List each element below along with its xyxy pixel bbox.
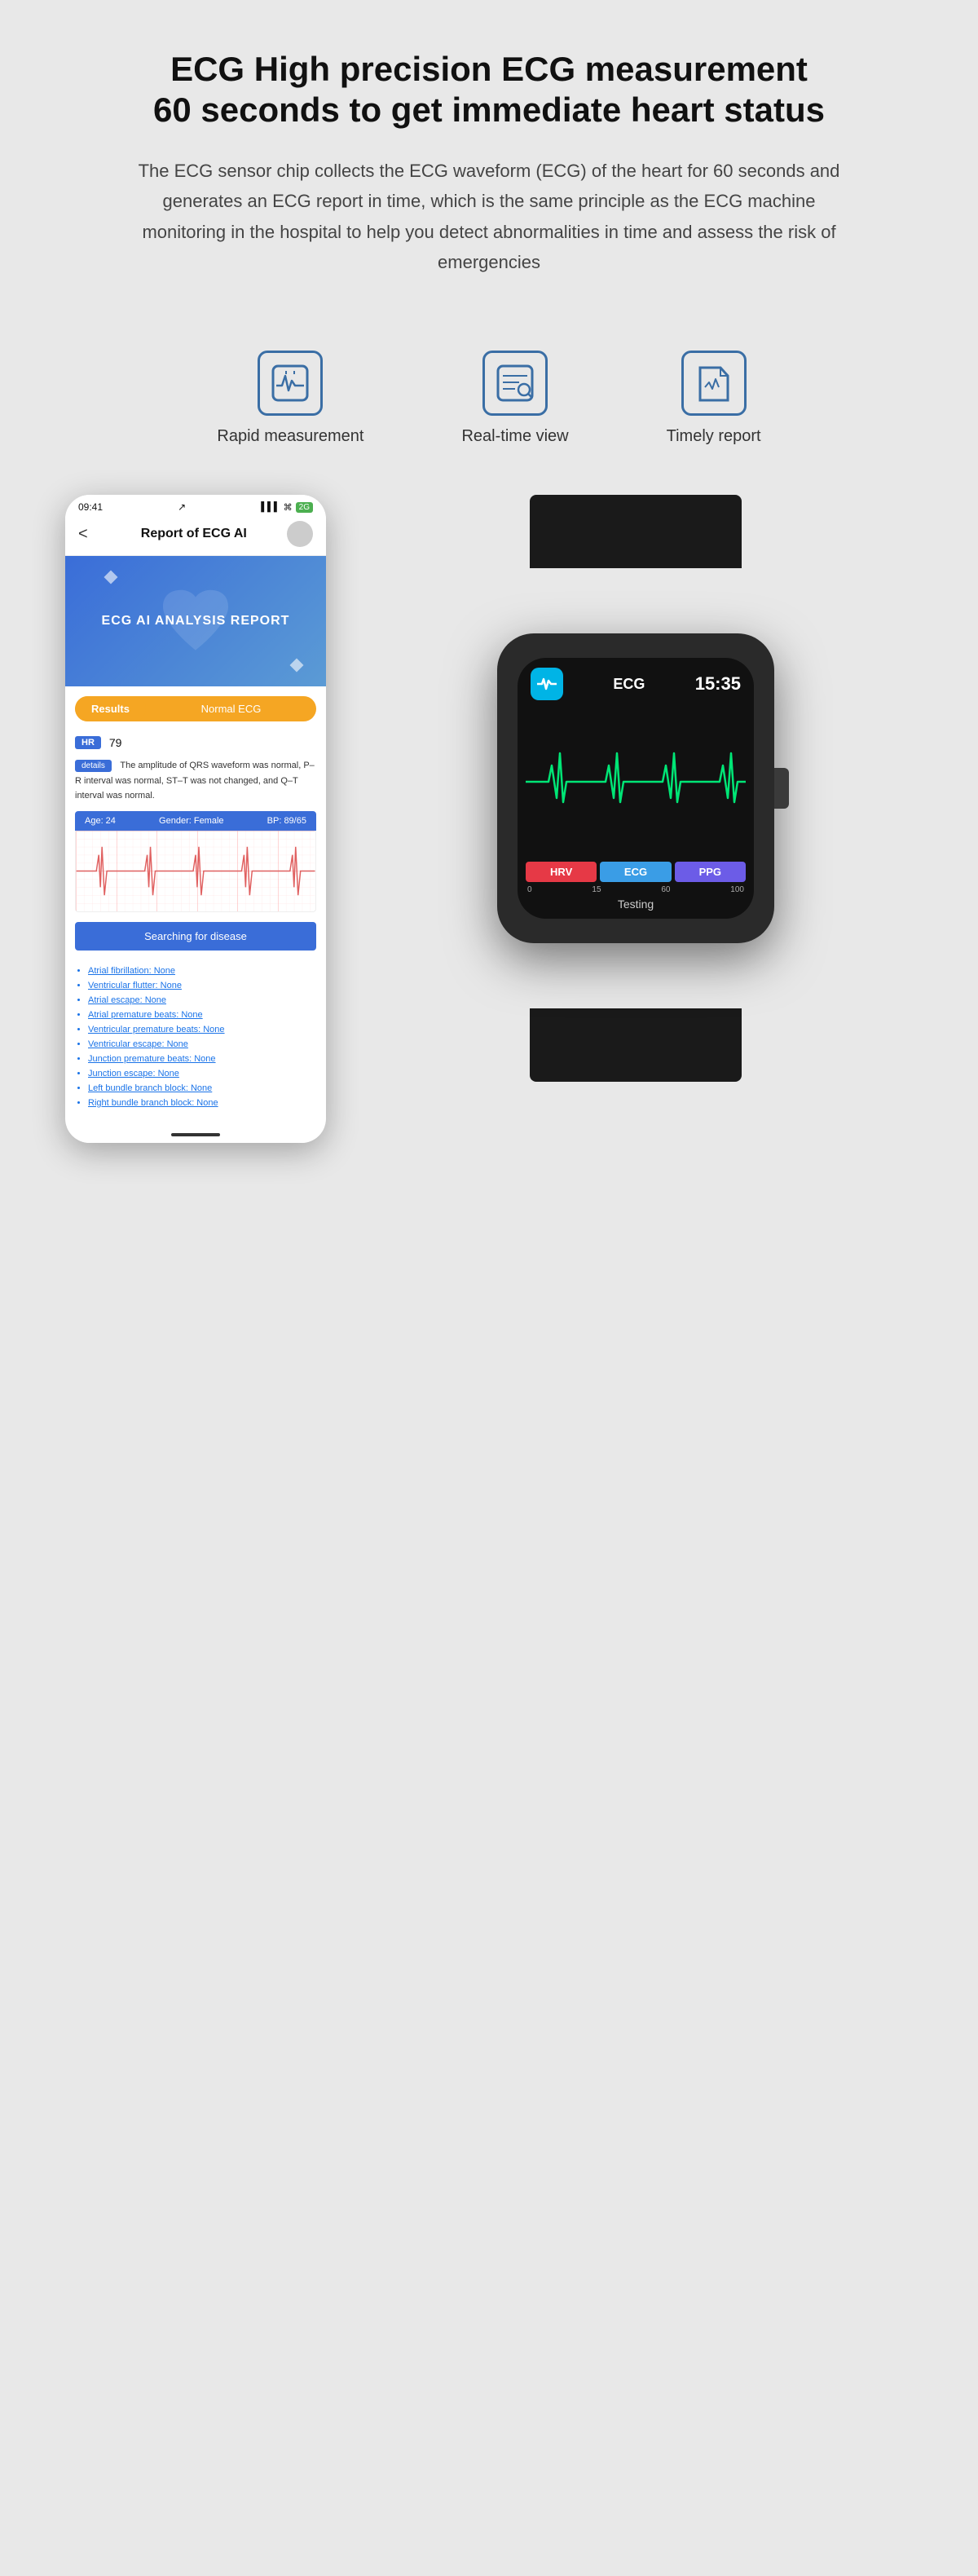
watch-screen: ECG 15:35 HRV <box>518 658 754 919</box>
phone-bottom-bar <box>65 1127 326 1143</box>
scale-15: 15 <box>592 885 601 894</box>
details-section: details The amplitude of QRS waveform wa… <box>65 754 326 811</box>
watch-body: ECG 15:35 HRV <box>497 633 774 943</box>
disease-item-1[interactable]: Ventricular flutter: None <box>88 978 316 993</box>
realtime-view-icon <box>495 363 535 404</box>
realtime-icon-box <box>482 351 548 416</box>
ecg-chart-svg <box>76 831 315 911</box>
header-section: ECG High precision ECG measurement 60 se… <box>122 49 856 277</box>
diamond-decoration-right <box>290 659 304 673</box>
watch-wrapper: ECG 15:35 HRV <box>497 560 774 1017</box>
watch-bar-hrv: HRV <box>526 862 597 882</box>
feature-realtime: Real-time view <box>461 351 568 446</box>
phone-screen-title: Report of ECG AI <box>101 527 287 541</box>
timely-label: Timely report <box>667 427 761 446</box>
watch-crown <box>774 768 789 809</box>
tab-normal[interactable]: Normal ECG <box>146 696 316 721</box>
feature-rapid: Rapid measurement <box>217 351 363 446</box>
watch-band-top <box>530 495 742 568</box>
main-content: 09:41 ↗ ▌▌▌ ⌘ 2G < Report of ECG AI <box>65 495 913 1143</box>
icons-row: Rapid measurement Real-time view <box>217 351 760 446</box>
rapid-icon-box <box>258 351 323 416</box>
hr-row: HR 79 <box>65 731 326 754</box>
details-badge: details <box>75 760 112 772</box>
patient-gender: Gender: Female <box>159 816 223 826</box>
timely-icon-box <box>681 351 747 416</box>
battery-badge: 2G <box>296 502 313 513</box>
feature-timely: Timely report <box>667 351 761 446</box>
patient-info: Age: 24 Gender: Female BP: 89/65 <box>75 811 316 831</box>
ecg-measure-icon <box>270 363 311 404</box>
disease-item-8[interactable]: Left bundle branch block: None <box>88 1081 316 1096</box>
phone-nav: < Report of ECG AI <box>65 516 326 556</box>
timely-report-icon <box>694 363 734 404</box>
rapid-label: Rapid measurement <box>217 427 363 446</box>
phone-mockup: 09:41 ↗ ▌▌▌ ⌘ 2G < Report of ECG AI <box>65 495 326 1143</box>
ecg-banner-text: ECG AI ANALYSIS REPORT <box>102 614 290 629</box>
hr-badge: HR <box>75 736 101 749</box>
watch-bar-ecg: ECG <box>600 862 671 882</box>
watch-header: ECG 15:35 <box>518 658 754 707</box>
wifi-icon: ⌘ <box>284 502 293 513</box>
hr-value: 79 <box>109 736 122 749</box>
disease-item-5[interactable]: Ventricular escape: None <box>88 1037 316 1052</box>
results-tab-row[interactable]: Results Normal ECG <box>75 696 316 721</box>
back-button[interactable]: < <box>78 525 88 544</box>
watch-waveform <box>518 707 754 857</box>
ecg-banner: ECG AI ANALYSIS REPORT <box>65 556 326 686</box>
watch-scale-row: 0 15 60 100 <box>526 885 746 894</box>
watch-ecg-icon <box>531 668 563 700</box>
page-wrapper: ECG High precision ECG measurement 60 se… <box>0 0 978 1208</box>
watch-bars-row: HRV ECG PPG <box>526 862 746 882</box>
watch-band-bottom <box>530 1008 742 1082</box>
patient-bp: BP: 89/65 <box>267 816 306 826</box>
scale-60: 60 <box>661 885 670 894</box>
disease-item-9[interactable]: Right bundle branch block: None <box>88 1096 316 1110</box>
disease-item-4[interactable]: Ventricular premature beats: None <box>88 1022 316 1037</box>
diamond-decoration-top <box>104 571 118 584</box>
watch-bottom: HRV ECG PPG 0 15 60 100 Testing <box>518 857 754 919</box>
watch-time: 15:35 <box>695 673 741 695</box>
disease-list: Atrial fibrillation: None Ventricular fl… <box>65 960 326 1127</box>
disease-item-0[interactable]: Atrial fibrillation: None <box>88 964 316 978</box>
bottom-indicator <box>171 1133 220 1136</box>
patient-age: Age: 24 <box>85 816 116 826</box>
main-title: ECG High precision ECG measurement 60 se… <box>122 49 856 131</box>
watch-container: ECG 15:35 HRV <box>359 495 913 1017</box>
scale-100: 100 <box>730 885 744 894</box>
watch-testing-label: Testing <box>526 898 746 911</box>
signal-icon: ▌▌▌ <box>261 502 280 512</box>
disease-item-2[interactable]: Atrial escape: None <box>88 993 316 1008</box>
phone-status-bar: 09:41 ↗ ▌▌▌ ⌘ 2G <box>65 495 326 516</box>
disease-item-7[interactable]: Junction escape: None <box>88 1066 316 1081</box>
status-time: 09:41 <box>78 501 103 513</box>
realtime-label: Real-time view <box>461 427 568 446</box>
status-arrow: ↗ <box>178 501 186 513</box>
disease-item-3[interactable]: Atrial premature beats: None <box>88 1008 316 1022</box>
tab-results[interactable]: Results <box>75 696 146 721</box>
ecg-chart-area <box>75 831 316 912</box>
search-disease-button[interactable]: Searching for disease <box>75 922 316 951</box>
watch-ecg-label: ECG <box>613 676 645 693</box>
subtitle-text: The ECG sensor chip collects the ECG wav… <box>122 156 856 278</box>
watch-ecg-symbol <box>535 673 558 695</box>
watch-bar-ppg: PPG <box>675 862 746 882</box>
disease-item-6[interactable]: Junction premature beats: None <box>88 1052 316 1066</box>
watch-waveform-svg <box>526 707 746 857</box>
scale-0: 0 <box>527 885 532 894</box>
avatar <box>287 521 313 547</box>
status-icons: ▌▌▌ ⌘ 2G <box>261 502 313 513</box>
